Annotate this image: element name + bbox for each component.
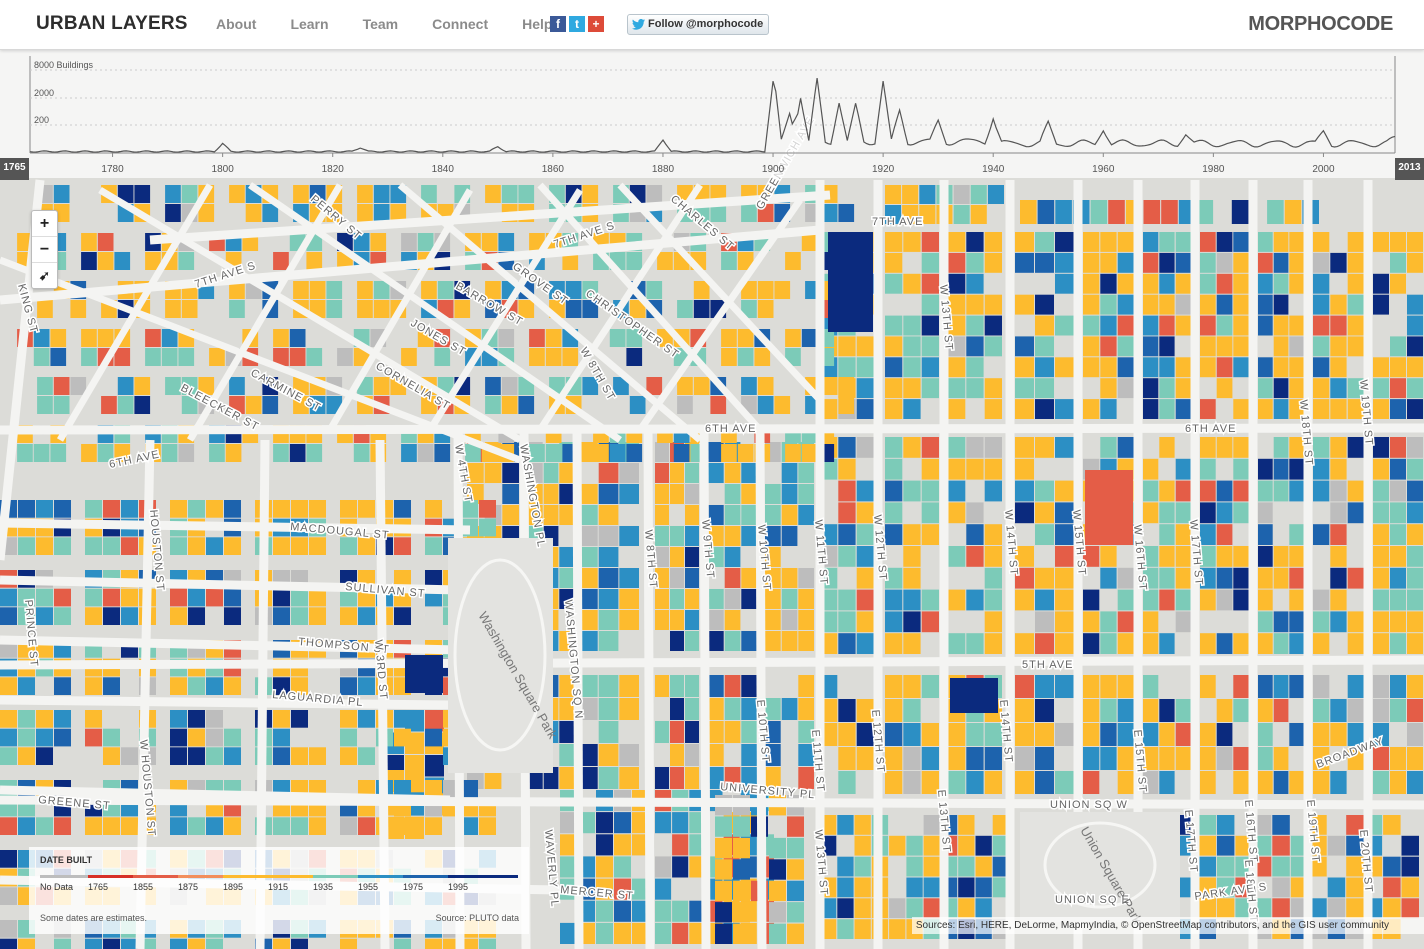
- timeline-histogram-line: [29, 78, 1396, 153]
- legend-swatch: [223, 875, 268, 878]
- legend-swatch: [313, 875, 358, 878]
- timeline-histogram[interactable]: 8000 Buildings 2000 200 1780 1800 1820 1840 186…: [0, 50, 1424, 180]
- zoom-in-button[interactable]: +: [32, 211, 57, 237]
- twitter-follow-button[interactable]: Follow @morphocode: [627, 14, 770, 35]
- timeline-x-label: 1860: [542, 164, 565, 175]
- legend-color-bar: [40, 875, 518, 878]
- nav-learn[interactable]: Learn: [290, 16, 328, 32]
- legend-label: 1915: [268, 882, 289, 892]
- brand-logo[interactable]: MORPHOCODE: [1248, 13, 1393, 36]
- timeline-x-label: 1800: [212, 164, 235, 175]
- legend-label: 1975: [403, 882, 424, 892]
- legend-label: 1955: [358, 882, 379, 892]
- timeline-y-label: 2000: [34, 88, 54, 98]
- timeline-x-label: 1940: [982, 164, 1005, 175]
- locate-icon[interactable]: ➹: [32, 263, 57, 288]
- social-links: f t +: [550, 16, 604, 32]
- timeline-y-label: 200: [34, 115, 49, 125]
- legend-swatch: [133, 875, 178, 878]
- zoom-controls: + − ➹: [31, 210, 58, 289]
- timeline-x-label: 2000: [1312, 164, 1335, 175]
- follow-label: Follow @morphocode: [648, 18, 764, 30]
- street-label: UNION SQ W: [1050, 799, 1128, 811]
- timeline-x-label: 1780: [101, 164, 124, 175]
- legend-label: 1875: [178, 882, 199, 892]
- legend-swatch: [268, 875, 313, 878]
- nav-team[interactable]: Team: [363, 16, 399, 32]
- map-attribution: Sources: Esri, HERE, DeLorme, MapmyIndia…: [911, 917, 1424, 934]
- top-bar: URBAN LAYERS About Learn Team Connect He…: [0, 0, 1424, 50]
- legend-swatch: [88, 875, 133, 878]
- legend-label: No Data: [40, 882, 74, 892]
- street-label: 6TH AVE: [705, 423, 756, 435]
- date-built-legend: DATE BUILT No Data 1765 1855 1875 1895 1915 19…: [29, 847, 529, 934]
- twitter-icon[interactable]: t: [569, 16, 585, 32]
- legend-label: 1895: [223, 882, 244, 892]
- app-title[interactable]: URBAN LAYERS: [36, 13, 188, 35]
- twitter-bird-icon: [632, 19, 645, 30]
- timeline-end-handle[interactable]: 2013: [1395, 158, 1424, 180]
- legend-swatch: [358, 875, 403, 878]
- legend-swatch: [403, 875, 448, 878]
- timeline-x-label: 1920: [872, 164, 895, 175]
- timeline-x-label: 1820: [322, 164, 345, 175]
- nav-help[interactable]: Help: [522, 16, 552, 32]
- street-label: 5TH AVE: [1022, 659, 1073, 671]
- legend-label: 1935: [313, 882, 334, 892]
- timeline-start-handle[interactable]: 1765: [0, 158, 29, 180]
- facebook-icon[interactable]: f: [550, 16, 566, 32]
- google-plus-icon[interactable]: +: [588, 16, 604, 32]
- timeline-chart[interactable]: 8000 Buildings 2000 200 1780 1800 1820 1840 186…: [0, 50, 1424, 178]
- timeline-x-label: 1900: [762, 164, 785, 175]
- timeline-x-label: 1960: [1092, 164, 1115, 175]
- street-label: 6TH AVE: [1185, 423, 1236, 435]
- legend-swatch: [178, 875, 223, 878]
- timeline-x-label: 1840: [432, 164, 455, 175]
- street-label: 7TH AVE: [872, 216, 923, 228]
- legend-note: Some dates are estimates.: [40, 913, 148, 923]
- nav-about[interactable]: About: [216, 16, 256, 32]
- legend-swatch: [448, 875, 518, 878]
- main-nav: About Learn Team Connect Help: [216, 16, 586, 32]
- timeline-x-label: 1980: [1202, 164, 1225, 175]
- timeline-y-label: 8000 Buildings: [34, 60, 94, 70]
- legend-source: Source: PLUTO data: [435, 913, 519, 923]
- nav-connect[interactable]: Connect: [432, 16, 488, 32]
- legend-label: 1765: [88, 882, 109, 892]
- legend-swatch: [40, 875, 88, 878]
- zoom-out-button[interactable]: −: [32, 237, 57, 263]
- legend-title: DATE BUILT: [40, 855, 93, 865]
- legend-label: 1855: [133, 882, 154, 892]
- timeline-x-label: 1880: [652, 164, 675, 175]
- legend-label: 1995: [448, 882, 469, 892]
